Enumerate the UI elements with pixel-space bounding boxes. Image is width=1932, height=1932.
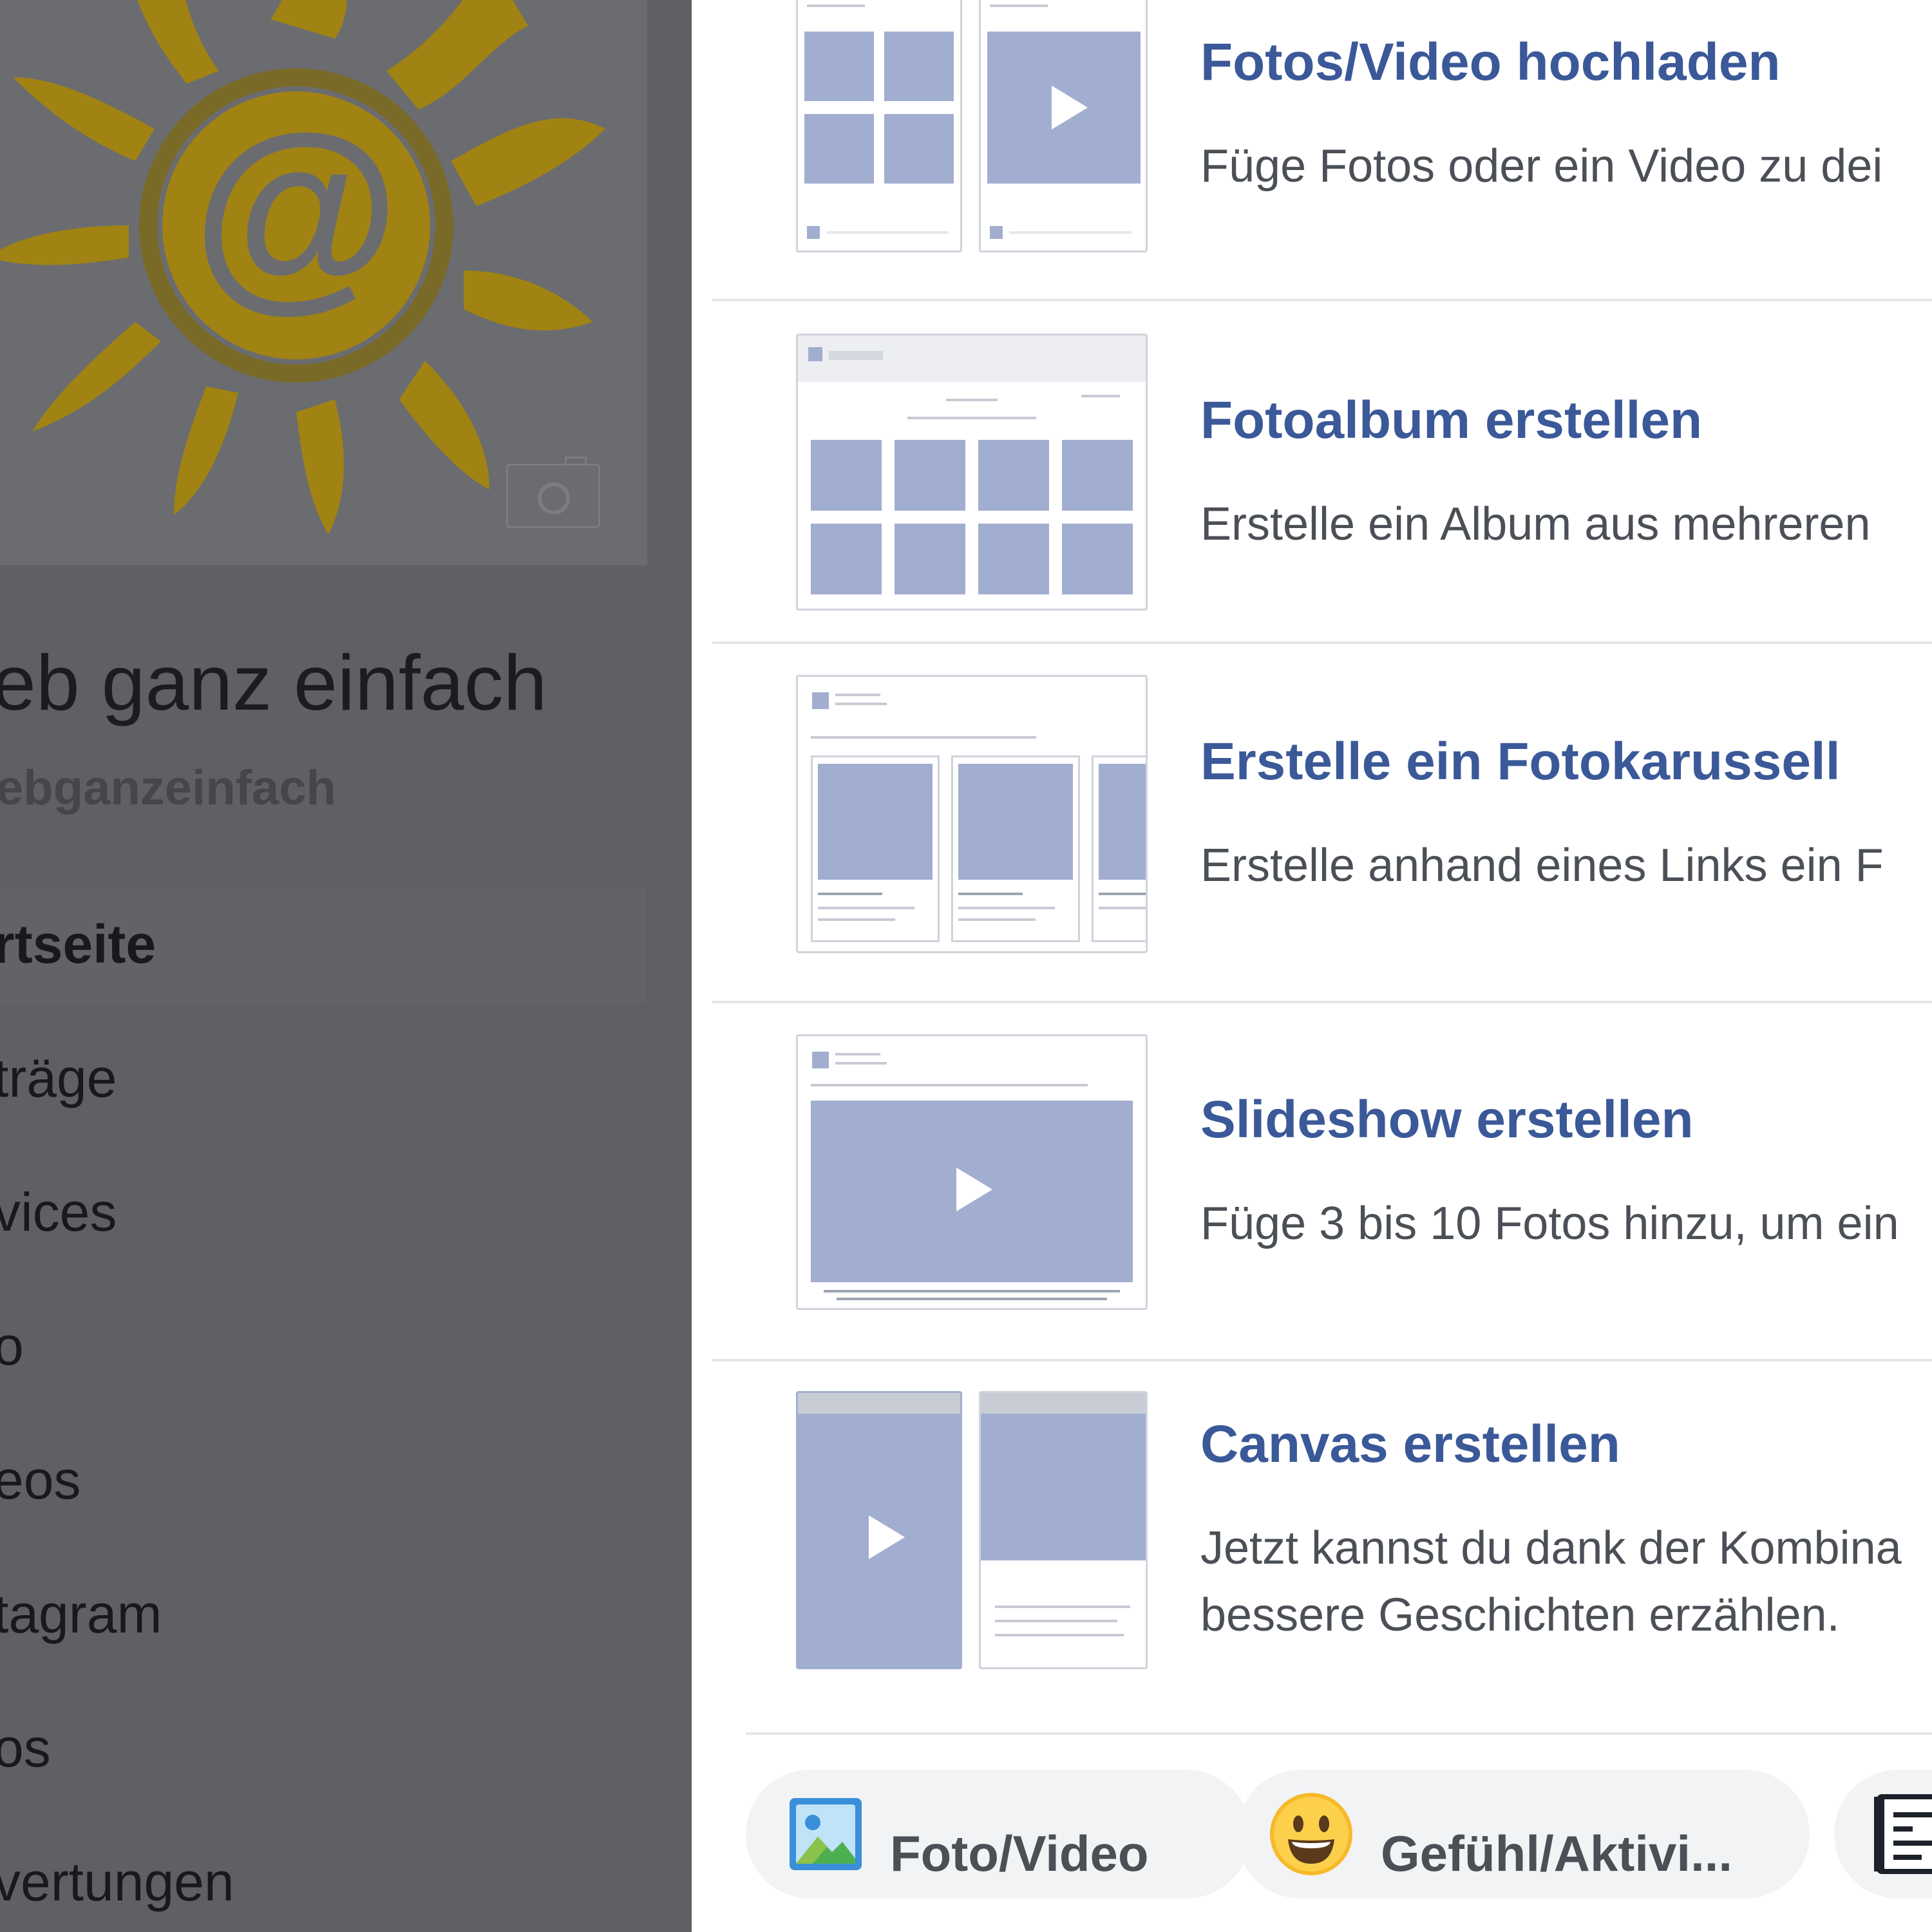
canvas-photo-thumbnail <box>979 1391 1148 1669</box>
nav-item-videos[interactable]: eos <box>0 1449 80 1511</box>
nav-item-beitraege[interactable]: träge <box>0 1047 117 1110</box>
photo-options-panel: Fotos/Video hochladen Füge Fotos oder ei… <box>692 0 1932 1932</box>
profile-picture[interactable]: @ <box>0 0 647 565</box>
svg-text:@: @ <box>193 91 400 328</box>
slideshow-thumbnail <box>796 1034 1148 1310</box>
option-description-line-1: Jetzt kannst du dank der Kombina <box>1200 1522 1902 1574</box>
play-icon <box>869 1515 905 1559</box>
option-description: Füge 3 bis 10 Fotos hinzu, um ein <box>1200 1198 1899 1249</box>
nav-item-fotos[interactable]: os <box>0 1717 51 1779</box>
nav-item-services[interactable]: vices <box>0 1181 117 1244</box>
option-title[interactable]: Erstelle ein Fotokarussell <box>1200 732 1841 792</box>
canvas-video-thumbnail <box>796 1391 962 1669</box>
option-title[interactable]: Fotoalbum erstellen <box>1200 390 1702 451</box>
smiley-icon <box>1270 1793 1352 1875</box>
page-title: eb ganz einfach <box>0 639 547 726</box>
carousel-thumbnail <box>796 675 1148 953</box>
divider <box>712 1359 1932 1361</box>
album-thumbnail <box>796 334 1148 611</box>
option-description: Füge Fotos oder ein Video zu dei <box>1200 140 1883 192</box>
option-title[interactable]: Slideshow erstellen <box>1200 1090 1694 1150</box>
nav-item-instagram[interactable]: tagram <box>0 1583 162 1645</box>
option-title[interactable]: Fotos/Video hochladen <box>1200 32 1781 93</box>
nav-item-bewertungen[interactable]: vertungen <box>0 1851 234 1913</box>
divider <box>712 299 1932 301</box>
upload-video-thumbnail <box>979 0 1148 252</box>
upload-photos-thumbnail <box>796 0 962 252</box>
option-description: Erstelle ein Album aus mehreren <box>1200 498 1871 550</box>
divider <box>712 641 1932 644</box>
camera-icon[interactable] <box>506 457 600 528</box>
page-background: @ eb ganz einfach ebganzeinfach rtseite … <box>0 0 692 1932</box>
page-username[interactable]: ebganzeinfach <box>0 760 336 816</box>
list-button[interactable] <box>1834 1770 1932 1899</box>
nav-item-info[interactable]: o <box>0 1315 24 1378</box>
option-description-line-2: bessere Geschichten erzählen. <box>1200 1589 1840 1641</box>
play-icon <box>1052 86 1088 129</box>
divider <box>746 1732 1932 1735</box>
photo-icon <box>790 1798 862 1870</box>
list-icon <box>1874 1794 1932 1874</box>
nav-item-startseite[interactable]: rtseite <box>0 913 156 976</box>
option-title[interactable]: Canvas erstellen <box>1200 1414 1620 1475</box>
divider <box>712 1001 1932 1003</box>
play-icon <box>956 1168 992 1211</box>
feeling-activity-label[interactable]: Gefühl/Aktivi... <box>1381 1828 1732 1879</box>
photo-video-label[interactable]: Foto/Video <box>890 1828 1149 1879</box>
option-description: Erstelle anhand eines Links ein F <box>1200 840 1884 891</box>
